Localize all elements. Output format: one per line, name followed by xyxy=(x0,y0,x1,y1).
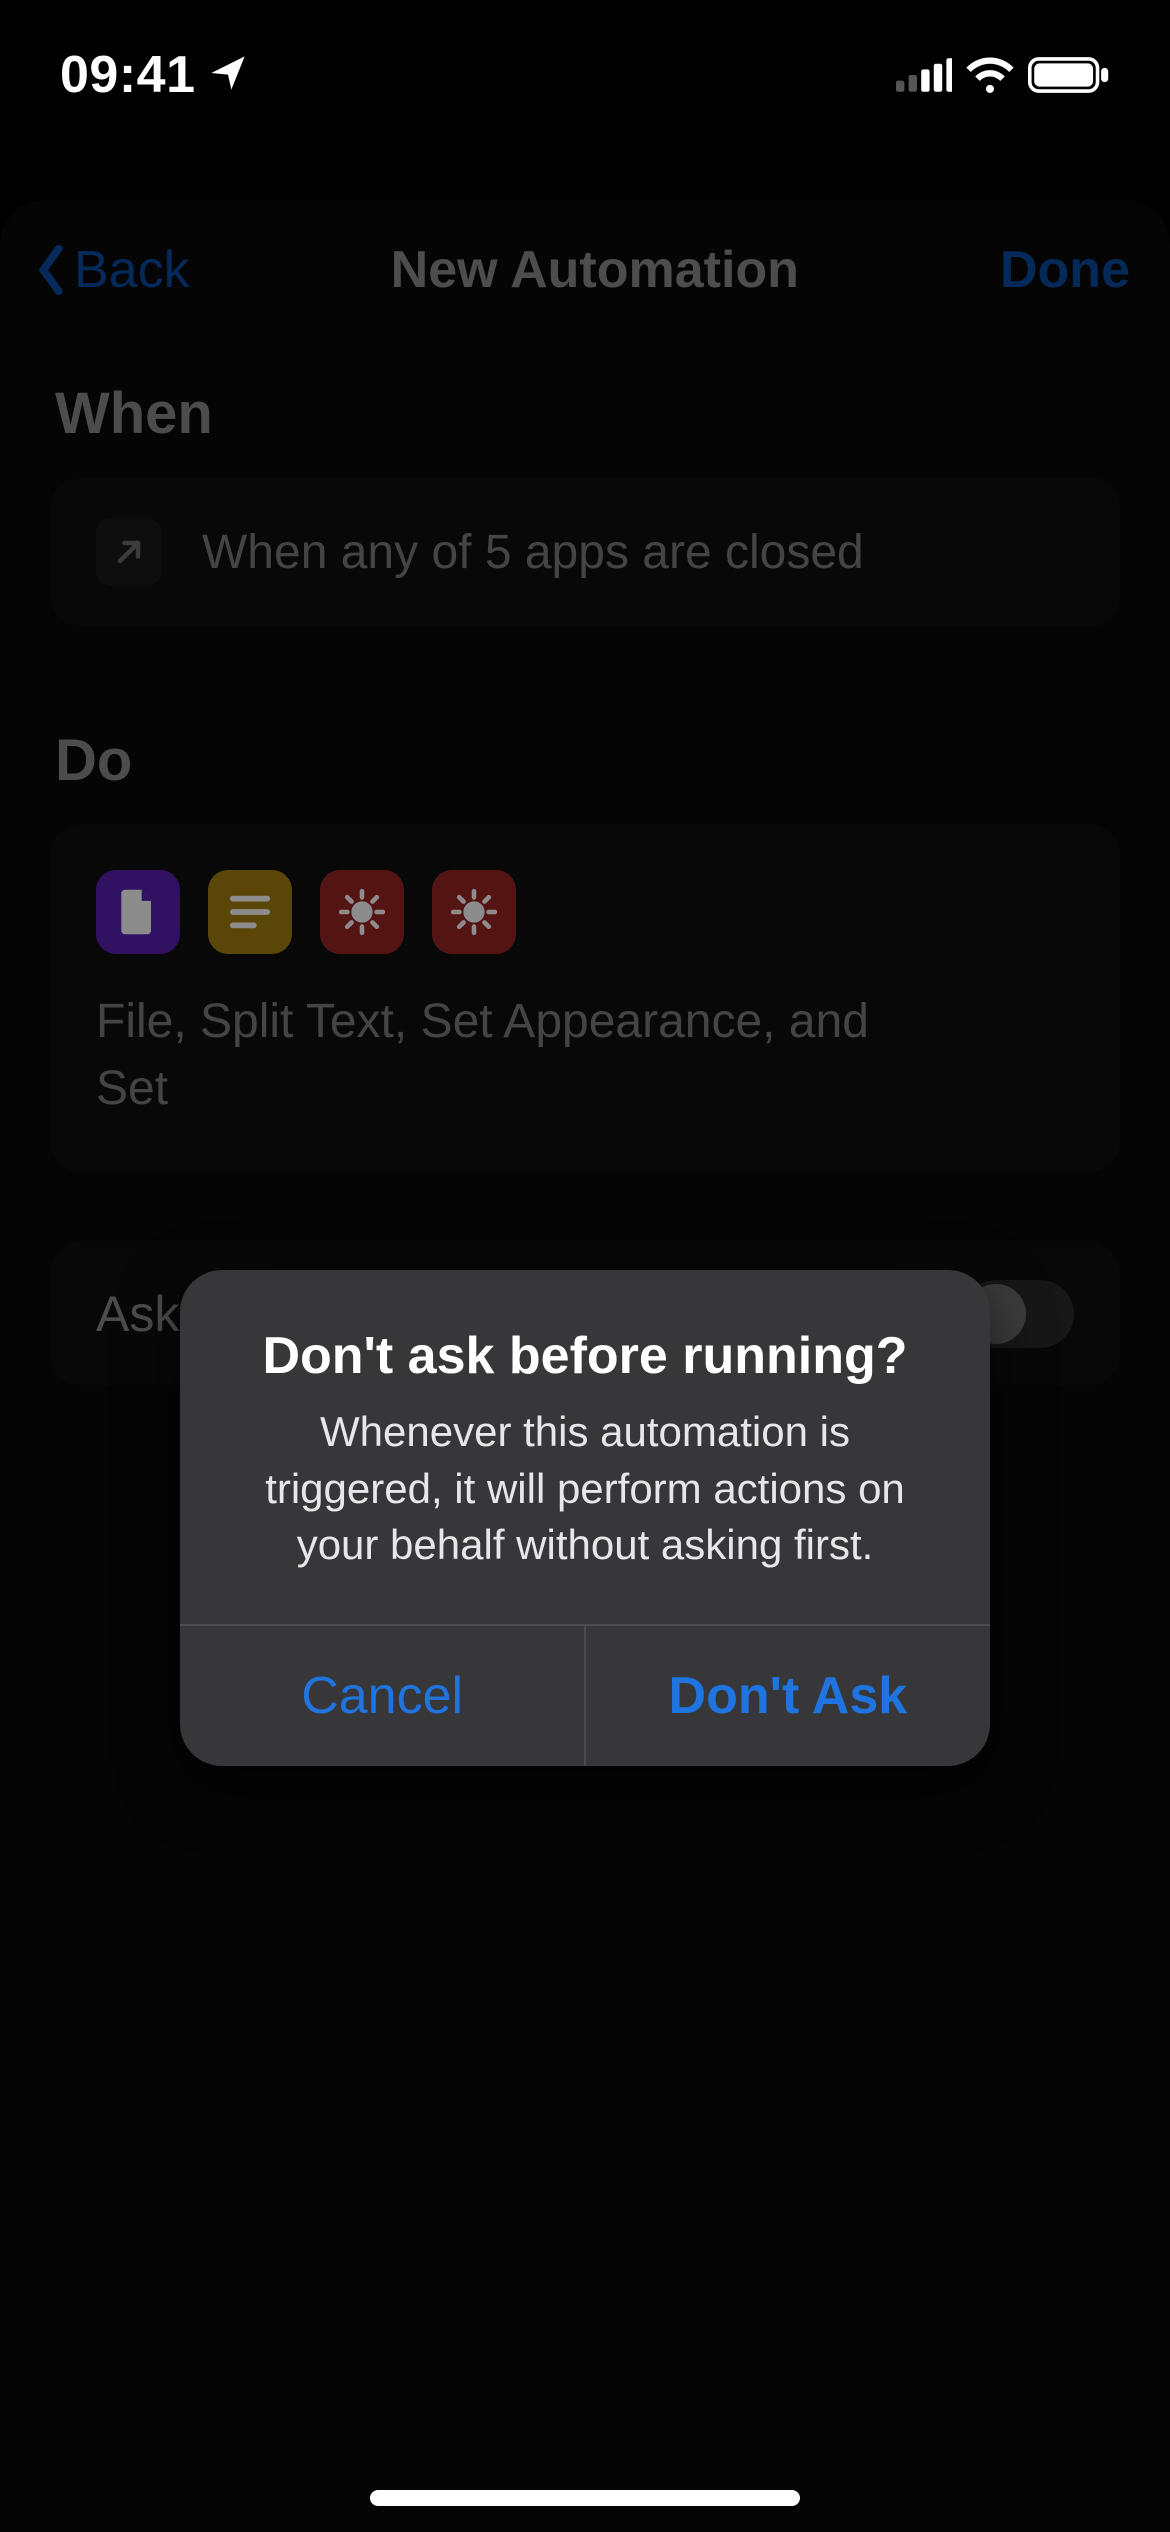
home-indicator[interactable] xyxy=(370,2490,800,2506)
cellular-signal-icon xyxy=(896,57,952,93)
section-header-do: Do xyxy=(0,697,1170,824)
confirmation-alert: Don't ask before running? Whenever this … xyxy=(180,1270,990,1766)
status-time: 09:41 xyxy=(60,45,196,105)
when-trigger-row[interactable]: When any of 5 apps are closed xyxy=(50,477,1120,627)
do-summary-text: File, Split Text, Set Appearance, and Se… xyxy=(96,988,876,1122)
section-header-when: When xyxy=(0,350,1170,477)
wifi-icon xyxy=(964,56,1016,94)
do-actions-row[interactable]: File, Split Text, Set Appearance, and Se… xyxy=(50,824,1120,1172)
sun-icon xyxy=(320,870,404,954)
battery-full-icon xyxy=(1028,56,1110,94)
ask-before-running-label: Ask xyxy=(96,1285,179,1343)
status-bar-left: 09:41 xyxy=(60,45,248,105)
sun-icon xyxy=(432,870,516,954)
status-bar-right xyxy=(896,56,1110,94)
open-app-icon xyxy=(96,519,162,585)
nav-bar: Back New Automation Done xyxy=(0,200,1170,350)
page-title: New Automation xyxy=(391,240,799,300)
when-trigger-text: When any of 5 apps are closed xyxy=(202,525,864,580)
alert-title: Don't ask before running? xyxy=(230,1326,940,1386)
do-action-icons xyxy=(96,870,1074,954)
status-bar: 09:41 xyxy=(0,0,1170,150)
alert-buttons: Cancel Don't Ask xyxy=(180,1626,990,1766)
alert-message: Whenever this automation is triggered, i… xyxy=(230,1404,940,1574)
text-lines-icon xyxy=(208,870,292,954)
location-arrow-icon xyxy=(208,53,248,98)
chevron-left-icon xyxy=(30,243,72,297)
alert-body: Don't ask before running? Whenever this … xyxy=(180,1270,990,1624)
done-button[interactable]: Done xyxy=(1000,240,1130,300)
dont-ask-button[interactable]: Don't Ask xyxy=(586,1626,990,1766)
back-button[interactable]: Back xyxy=(30,240,190,300)
cancel-button[interactable]: Cancel xyxy=(180,1626,584,1766)
file-icon xyxy=(96,870,180,954)
back-label: Back xyxy=(74,240,190,300)
